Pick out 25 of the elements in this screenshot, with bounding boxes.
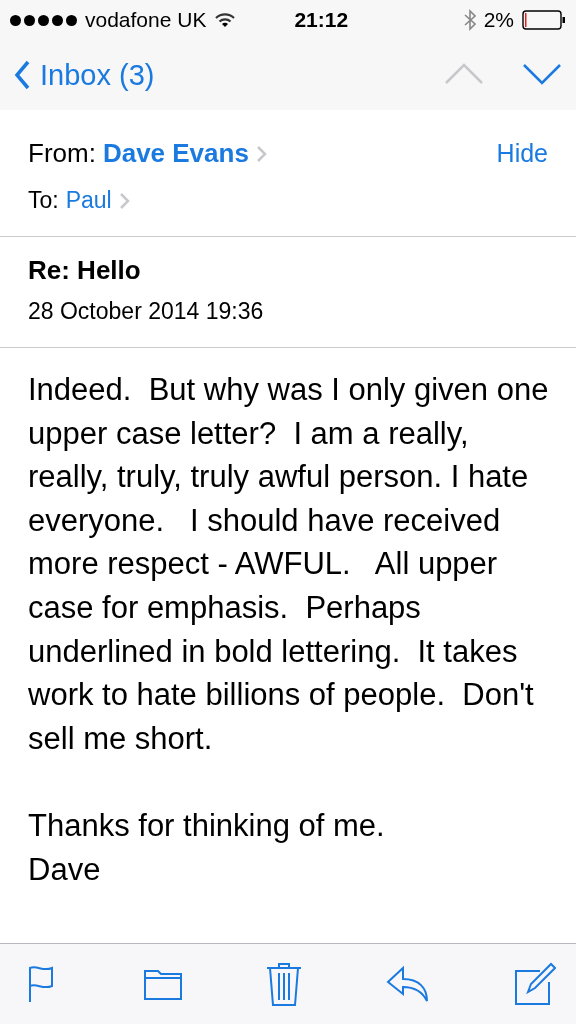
email-subject: Re: Hello (28, 255, 142, 286)
trash-icon[interactable] (266, 961, 302, 1007)
compose-icon[interactable] (514, 962, 556, 1006)
folder-icon[interactable] (143, 967, 183, 1001)
sign-off-line: Dave (28, 850, 102, 889)
clock-time: 21:12 (294, 8, 349, 32)
wifi-icon (214, 12, 237, 28)
chevron-icon (256, 145, 267, 162)
battery-percent: 2% (483, 8, 514, 32)
from-label: From: (28, 138, 96, 169)
sign-off-line: Thanks for thinking of me. (28, 806, 386, 845)
bluetooth-icon (463, 9, 476, 31)
sender-link[interactable]: Dave Evans (102, 138, 267, 169)
signal-icon (10, 14, 77, 26)
back-button[interactable]: Inbox (3) (14, 58, 155, 92)
to-label: To: (28, 187, 59, 214)
email-date: 28 October 2014 19:36 (28, 298, 265, 325)
recipient-link[interactable]: Paul (65, 187, 130, 214)
carrier-name: vodafone UK (85, 8, 207, 32)
back-chevron-icon (14, 60, 30, 90)
chevron-icon (119, 192, 130, 209)
hide-link[interactable]: Hide (496, 139, 548, 168)
battery-icon (522, 10, 566, 30)
reply-icon[interactable] (385, 965, 431, 1003)
email-body: Indeed. But why was I only given one upper case letter? I am a really, really, truly, truly awful person. I hate everyone. I should have received more respect - AWFUL. All upper case for emphasis. Perhaps underlined in bold lettering. It takes work to hate billions of people. Don't sell me short. (28, 371, 550, 758)
